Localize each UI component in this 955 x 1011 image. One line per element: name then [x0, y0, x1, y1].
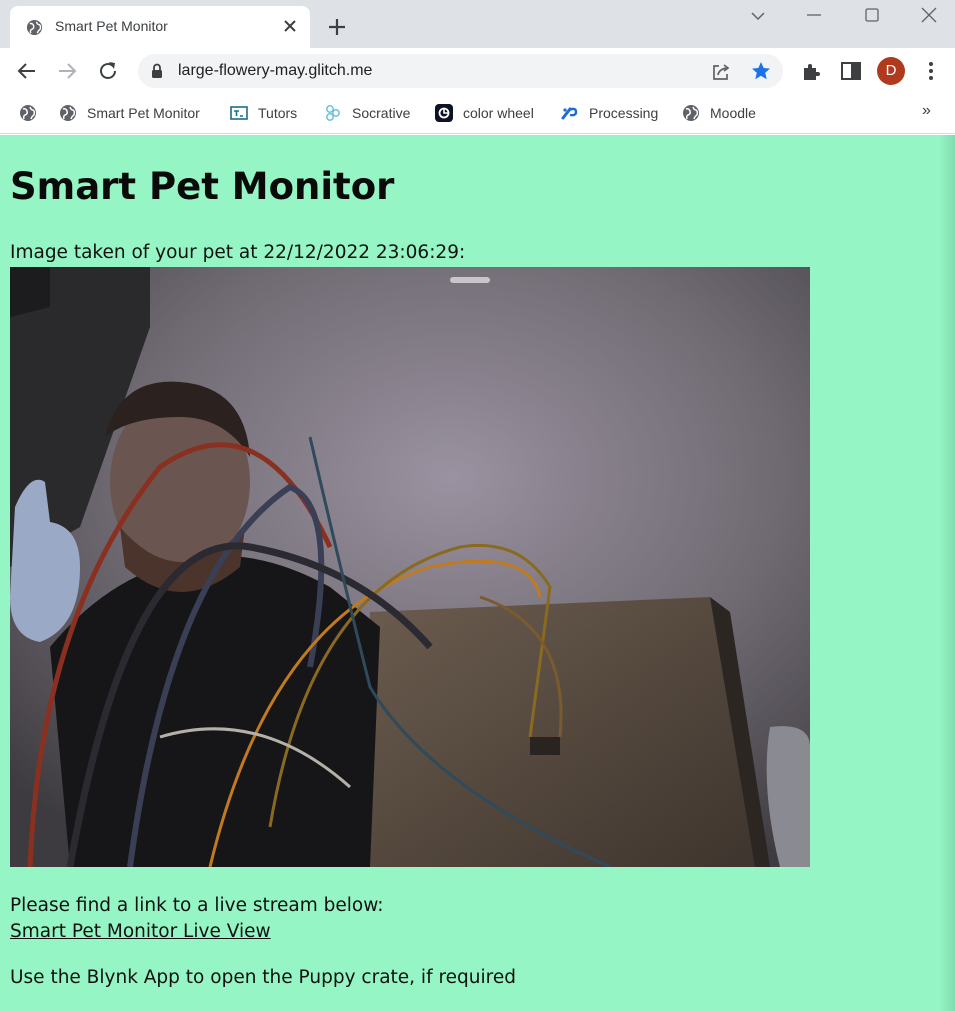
bookmark-label: Moodle: [710, 105, 756, 121]
lock-icon[interactable]: [150, 63, 164, 79]
browser-tab[interactable]: Smart Pet Monitor: [10, 6, 310, 48]
socrative-icon: [326, 105, 340, 121]
live-view-link[interactable]: Smart Pet Monitor Live View: [10, 921, 271, 942]
bookmark-item-globe[interactable]: [19, 102, 47, 124]
blynk-info-text: Use the Blynk App to open the Puppy crat…: [10, 967, 516, 988]
tab-search-icon[interactable]: [748, 6, 768, 26]
pet-camera-image: [10, 267, 810, 867]
page-content: Smart Pet Monitor Image taken of your pe…: [0, 135, 955, 1011]
close-tab-icon[interactable]: [282, 18, 298, 34]
color-wheel-icon: [435, 104, 453, 122]
maximize-icon[interactable]: [862, 6, 882, 26]
page-title: Smart Pet Monitor: [10, 165, 395, 208]
bookmark-label: Socrative: [352, 105, 411, 121]
globe-icon: [20, 105, 36, 121]
bookmark-item-smart-pet-monitor[interactable]: Smart Pet Monitor: [59, 102, 200, 124]
tab-title: Smart Pet Monitor: [55, 18, 168, 34]
bookmark-label: Smart Pet Monitor: [87, 105, 200, 121]
side-panel-icon[interactable]: [839, 59, 863, 83]
forward-arrow-icon[interactable]: [55, 59, 79, 83]
bookmark-label: Processing: [589, 105, 659, 121]
bookmark-item-processing[interactable]: Processing: [561, 102, 658, 124]
share-icon[interactable]: [710, 61, 732, 83]
bookmark-item-moodle[interactable]: Moodle: [682, 102, 756, 124]
address-bar[interactable]: large-flowery-may.glitch.me: [138, 54, 783, 88]
browser-toolbar: large-flowery-may.glitch.me D: [0, 48, 955, 94]
reload-icon[interactable]: [96, 59, 120, 83]
tutors-icon: [230, 106, 248, 120]
stream-info-text: Please find a link to a live stream belo…: [10, 895, 384, 916]
globe-icon: [60, 105, 76, 121]
bookmark-item-tutors[interactable]: Tutors: [230, 102, 297, 124]
bookmarks-bar: Smart Pet Monitor Tutors Socrative color…: [0, 94, 955, 134]
bookmark-item-socrative[interactable]: Socrative: [324, 102, 410, 124]
bookmark-label: color wheel: [463, 105, 534, 121]
close-window-icon[interactable]: [919, 6, 939, 26]
extensions-puzzle-icon[interactable]: [800, 59, 824, 83]
globe-icon: [683, 105, 699, 121]
tab-strip: Smart Pet Monitor: [0, 0, 955, 48]
bookmarks-overflow-button[interactable]: »: [922, 102, 931, 120]
minimize-icon[interactable]: [804, 6, 824, 26]
scrollbar-edge: [939, 135, 955, 1011]
kebab-menu-icon[interactable]: [919, 59, 943, 83]
new-tab-icon[interactable]: [326, 16, 348, 38]
bookmark-label: Tutors: [258, 105, 298, 121]
image-caption: Image taken of your pet at 22/12/2022 23…: [10, 242, 466, 263]
back-arrow-icon[interactable]: [15, 59, 39, 83]
url-text[interactable]: large-flowery-may.glitch.me: [178, 62, 372, 80]
bookmark-star-icon[interactable]: [750, 60, 772, 82]
bookmark-item-color-wheel[interactable]: color wheel: [435, 102, 534, 124]
profile-avatar[interactable]: D: [877, 57, 905, 85]
globe-icon: [26, 19, 43, 36]
processing-icon: [561, 107, 578, 120]
